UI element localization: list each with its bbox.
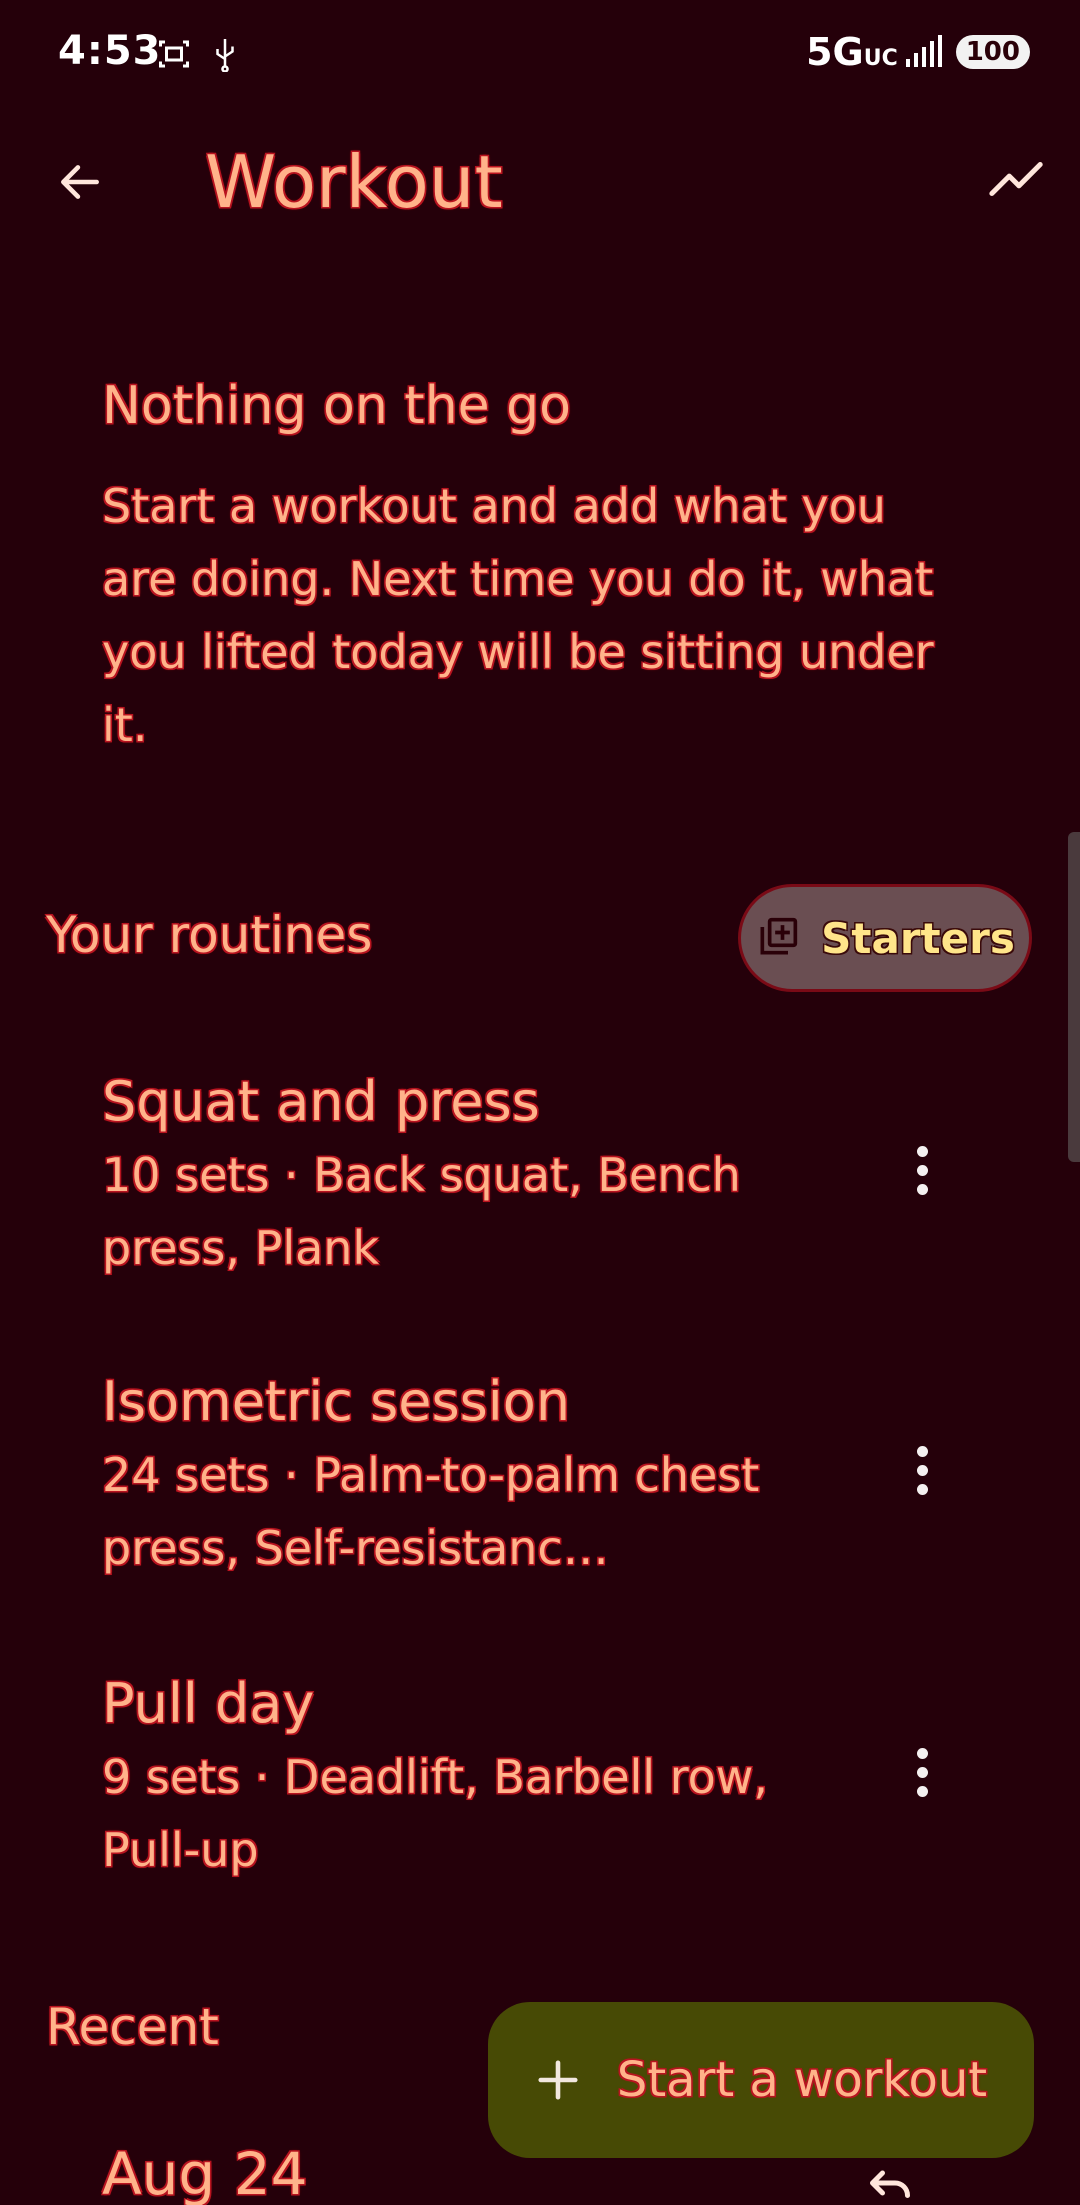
plus-icon [538, 2060, 578, 2100]
routine-more-button[interactable] [882, 1732, 962, 1812]
more-vert-icon [916, 1145, 928, 1195]
fab-label: Start a workout [616, 2052, 988, 2108]
start-workout-fab[interactable]: Start a workout [488, 2002, 1034, 2158]
back-button[interactable] [50, 152, 110, 212]
starters-label: Starters [821, 913, 1015, 963]
recent-heading: Recent [46, 1998, 219, 2056]
workout-screen: 4:53 5GUC 100 Workout Nothing on the go … [0, 0, 1080, 2205]
routine-more-button[interactable] [882, 1130, 962, 1210]
routine-description: 24 sets · Palm-to-palm chest press, Self… [102, 1448, 760, 1575]
empty-state-body: Start a workout and add what you are doi… [102, 479, 934, 752]
battery-badge: 100 [955, 35, 1030, 69]
library-add-icon [760, 917, 798, 955]
routine-description: 10 sets · Back squat, Bench press, Plank [102, 1148, 741, 1275]
routine-item[interactable]: Pull day 9 sets · Deadlift, Barbell row,… [102, 1672, 962, 1887]
routine-item[interactable]: Squat and press 10 sets · Back squat, Be… [102, 1070, 962, 1285]
more-vert-icon [916, 1445, 928, 1495]
more-vert-icon [916, 1747, 928, 1797]
page-title: Workout [205, 140, 503, 224]
routine-name: Squat and press [102, 1070, 540, 1133]
usb-icon [216, 39, 234, 72]
scrollbar[interactable] [1068, 832, 1080, 1162]
routine-name: Pull day [102, 1672, 315, 1735]
routines-heading: Your routines [46, 906, 373, 964]
trending-up-icon [989, 162, 1043, 197]
arrow-left-icon [61, 165, 99, 199]
recent-item-date: Aug 24 [102, 2140, 308, 2205]
routine-name: Isometric session [102, 1370, 571, 1433]
signal-icon [905, 35, 942, 67]
routine-item[interactable]: Isometric session 24 sets · Palm-to-palm… [102, 1370, 962, 1585]
empty-state-title: Nothing on the go [102, 376, 571, 436]
network-indicator: 5GUC [806, 30, 898, 74]
status-icons [156, 36, 240, 72]
repeat-workout-button[interactable] [860, 2158, 920, 2205]
status-right: 5GUC 100 [806, 30, 1030, 74]
starters-button[interactable]: Starters [738, 884, 1032, 992]
routine-more-button[interactable] [882, 1430, 962, 1510]
routine-description: 9 sets · Deadlift, Barbell row, Pull-up [102, 1750, 768, 1877]
stats-button[interactable] [982, 150, 1052, 210]
screenshot-icon [159, 40, 189, 68]
status-time: 4:53 [58, 28, 162, 74]
undo-icon [870, 2170, 910, 2198]
